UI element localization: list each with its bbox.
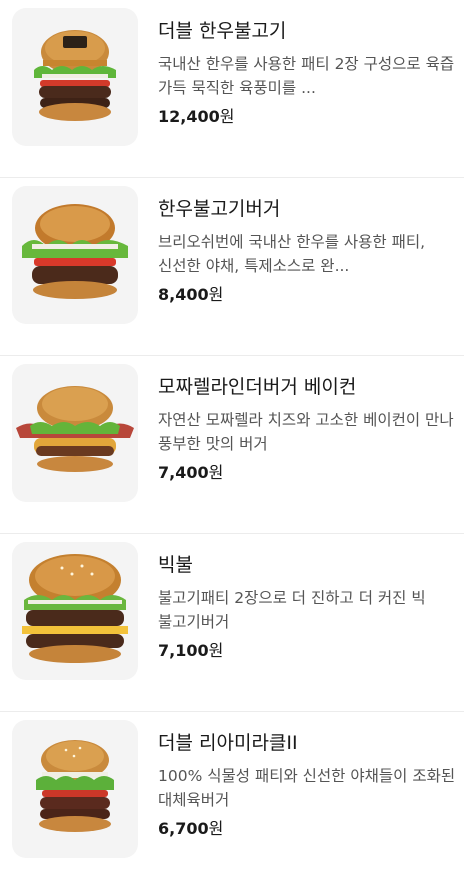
price-value: 6,700 — [158, 819, 209, 838]
price-currency: 원 — [208, 641, 224, 660]
menu-item-description: 브리오쉬번에 국내산 한우를 사용한 패티, 신선한 야채, 특제소스로 완..… — [158, 233, 426, 275]
mozzarella-bacon-burger-icon — [16, 386, 134, 472]
price-value: 7,100 — [158, 641, 209, 660]
menu-item-info: 빅불 불고기패티 2장으로 더 진하고 더 커진 빅 불고기버거 7,100원 — [158, 548, 458, 662]
menu-item[interactable]: 빅불 불고기패티 2장으로 더 진하고 더 커진 빅 불고기버거 7,100원 — [0, 534, 464, 712]
menu-list: 더블 한우불고기 국내산 한우를 사용한 패티 2장 구성으로 육즙 가득 묵직… — [0, 0, 464, 890]
price-value: 12,400 — [158, 107, 220, 126]
menu-item-price: 7,100원 — [158, 640, 458, 662]
price-currency: 원 — [208, 463, 224, 482]
menu-item-info: 더블 한우불고기 국내산 한우를 사용한 패티 2장 구성으로 육즙 가득 묵직… — [158, 14, 458, 128]
price-currency: 원 — [219, 107, 235, 126]
menu-item-description: 국내산 한우를 사용한 패티 2장 구성으로 육즙 가득 묵직한 육풍미를 ..… — [158, 55, 455, 97]
menu-item-image[interactable] — [12, 542, 138, 680]
menu-item-price: 6,700원 — [158, 818, 458, 840]
menu-item-info: 모짜렐라인더버거 베이컨 자연산 모짜렐라 치즈와 고소한 베이컨이 만나 풍부… — [158, 370, 458, 484]
menu-item-name[interactable]: 모짜렐라인더버거 베이컨 — [158, 374, 458, 400]
menu-item-description: 자연산 모짜렐라 치즈와 고소한 베이컨이 만나 풍부한 맛의 버거 — [158, 411, 454, 453]
menu-item-image[interactable] — [12, 8, 138, 146]
menu-item-price: 7,400원 — [158, 462, 458, 484]
menu-item[interactable]: 더블 리아미라클II 100% 식물성 패티와 신선한 야채들이 조화된 대체육… — [0, 712, 464, 890]
menu-item[interactable]: 한우불고기버거 브리오쉬번에 국내산 한우를 사용한 패티, 신선한 야채, 특… — [0, 178, 464, 356]
price-currency: 원 — [208, 819, 224, 838]
price-value: 8,400 — [158, 285, 209, 304]
big-bull-burger-icon — [22, 554, 128, 663]
menu-item-name[interactable]: 더블 한우불고기 — [158, 18, 458, 44]
menu-item-price: 8,400원 — [158, 284, 458, 306]
menu-item-description: 불고기패티 2장으로 더 진하고 더 커진 빅 불고기버거 — [158, 589, 426, 631]
menu-item-description: 100% 식물성 패티와 신선한 야채들이 조화된 대체육버거 — [158, 767, 456, 809]
menu-item-image[interactable] — [12, 186, 138, 324]
double-hanwoo-bulgogi-burger-icon — [34, 30, 116, 121]
menu-item-image[interactable] — [12, 720, 138, 858]
menu-item-info: 더블 리아미라클II 100% 식물성 패티와 신선한 야채들이 조화된 대체육… — [158, 726, 458, 840]
menu-item-name[interactable]: 더블 리아미라클II — [158, 730, 458, 756]
price-currency: 원 — [208, 285, 224, 304]
menu-item-image[interactable] — [12, 364, 138, 502]
menu-item[interactable]: 모짜렐라인더버거 베이컨 자연산 모짜렐라 치즈와 고소한 베이컨이 만나 풍부… — [0, 356, 464, 534]
price-value: 7,400 — [158, 463, 209, 482]
menu-item-name[interactable]: 한우불고기버거 — [158, 196, 458, 222]
double-miracle-burger-icon — [36, 740, 114, 832]
menu-item-name[interactable]: 빅불 — [158, 552, 458, 578]
menu-item-price: 12,400원 — [158, 106, 458, 128]
hanwoo-bulgogi-burger-icon — [22, 204, 128, 299]
menu-item-info: 한우불고기버거 브리오쉬번에 국내산 한우를 사용한 패티, 신선한 야채, 특… — [158, 192, 458, 306]
menu-item[interactable]: 더블 한우불고기 국내산 한우를 사용한 패티 2장 구성으로 육즙 가득 묵직… — [0, 0, 464, 178]
